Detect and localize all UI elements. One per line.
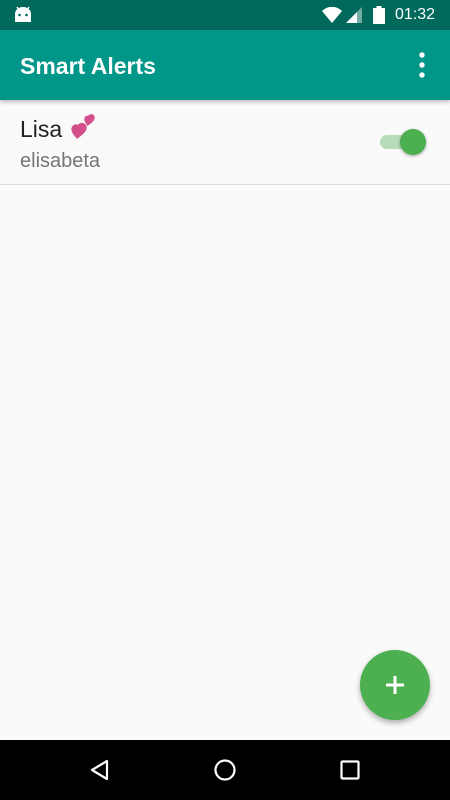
alert-list: Lisa elisabeta <box>0 100 450 185</box>
more-vert-icon <box>419 52 425 78</box>
signal-icon <box>346 7 362 23</box>
recents-button[interactable] <box>325 750 375 790</box>
overflow-menu-button[interactable] <box>406 47 438 83</box>
two-hearts-icon <box>71 114 95 139</box>
alert-subtitle: elisabeta <box>20 150 101 172</box>
app-title: Smart Alerts <box>20 53 156 79</box>
alert-title-row: Lisa <box>20 114 98 143</box>
home-button[interactable] <box>200 750 250 790</box>
add-alert-button[interactable] <box>360 650 430 720</box>
app-bar: Smart Alerts <box>0 30 450 100</box>
home-icon <box>214 759 236 781</box>
wifi-icon <box>322 7 342 23</box>
recents-icon <box>340 760 360 780</box>
back-icon <box>90 759 109 781</box>
switch-thumb <box>400 129 426 155</box>
alert-enabled-switch[interactable] <box>378 128 428 156</box>
battery-icon <box>373 6 385 24</box>
plus-icon <box>386 676 404 694</box>
status-bar: 01:32 <box>0 0 450 30</box>
system-nav-bar <box>0 740 450 800</box>
alert-name: Lisa <box>20 116 63 142</box>
alert-list-item[interactable]: Lisa elisabeta <box>0 100 450 185</box>
back-button[interactable] <box>75 750 125 790</box>
status-clock: 01:32 <box>395 6 436 23</box>
android-icon <box>15 6 31 22</box>
